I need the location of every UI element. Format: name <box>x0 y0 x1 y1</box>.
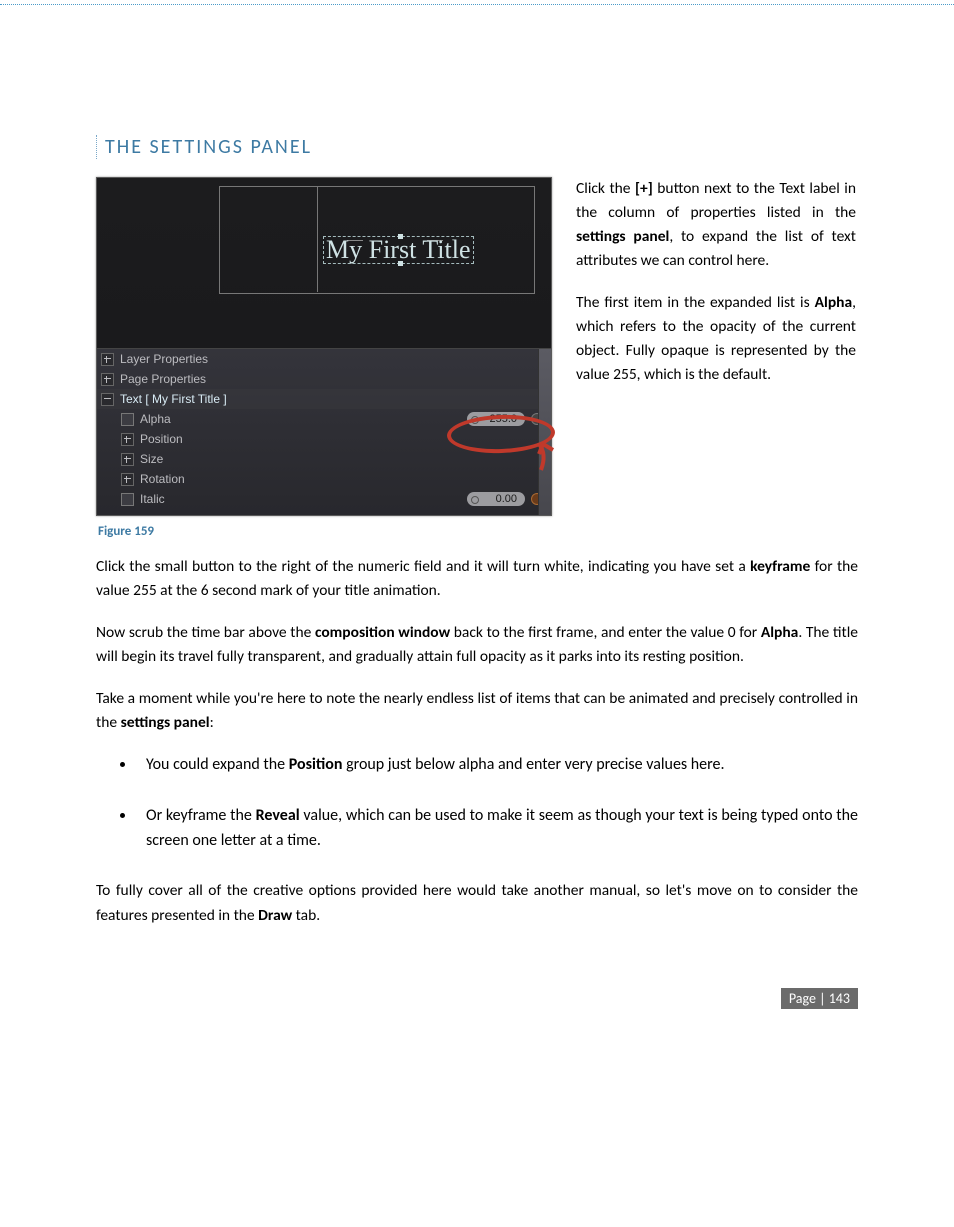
text: : <box>210 713 214 732</box>
text: You could expand the <box>146 755 289 774</box>
figure-caption: Figure 159 <box>98 524 550 539</box>
paragraph: Now scrub the time bar above the composi… <box>96 621 858 669</box>
expand-icon[interactable] <box>101 373 114 386</box>
paragraph: Take a moment while you're here to note … <box>96 687 858 735</box>
text: Click the small button to the right of t… <box>96 557 750 576</box>
property-icon <box>121 493 134 506</box>
page: THE SETTINGS PANEL My First Title Layer … <box>0 4 954 1069</box>
row-label: Italic <box>140 492 165 506</box>
expand-icon[interactable] <box>101 353 114 366</box>
section-heading: THE SETTINGS PANEL <box>96 135 858 159</box>
expand-icon[interactable] <box>121 433 134 446</box>
aside-paragraph: The first item in the expanded list is A… <box>576 291 856 387</box>
composition-window: My First Title <box>97 178 551 348</box>
text-bold: settings panel <box>576 227 669 246</box>
composition-divider <box>317 186 318 292</box>
paragraph: To fully cover all of the creative optio… <box>96 879 858 927</box>
list-item: Or keyframe the Reveal value, which can … <box>136 804 858 854</box>
text: Click the <box>576 179 635 198</box>
figure-row: My First Title Layer Properties Page Pro… <box>96 177 858 543</box>
text: Now scrub the time bar above the <box>96 623 315 642</box>
scrollbar[interactable] <box>538 349 551 515</box>
property-icon <box>121 413 134 426</box>
row-label: Alpha <box>140 412 171 426</box>
page-number-badge: Page | 143 <box>781 988 858 1009</box>
page-properties-row[interactable]: Page Properties <box>97 369 551 389</box>
size-row[interactable]: Size <box>97 449 551 469</box>
text-bold: [+] <box>635 179 653 198</box>
text: Or keyframe the <box>146 806 256 825</box>
composition-title-text[interactable]: My First Title <box>323 236 474 264</box>
aside-text: Click the [+] button next to the Text la… <box>576 177 856 543</box>
paragraph: Click the small button to the right of t… <box>96 555 858 603</box>
text: Page | <box>789 990 829 1007</box>
row-label: Position <box>140 432 183 446</box>
alpha-value-field[interactable]: 255.0 <box>467 412 525 426</box>
italic-value-field[interactable]: 0.00 <box>467 492 525 506</box>
text: The first item in the expanded list is <box>576 293 815 312</box>
rotation-row[interactable]: Rotation <box>97 469 551 489</box>
position-row[interactable]: Position <box>97 429 551 449</box>
italic-row[interactable]: Italic 0.00 <box>97 489 551 509</box>
row-label: Rotation <box>140 472 185 486</box>
figure-wrap: My First Title Layer Properties Page Pro… <box>96 177 550 543</box>
text: tab. <box>292 906 320 925</box>
text: To fully cover all of the creative optio… <box>96 881 858 924</box>
page-number: 143 <box>829 990 850 1007</box>
text-bold: Alpha <box>761 623 799 642</box>
text-bold: Reveal <box>256 806 300 825</box>
collapse-icon[interactable] <box>101 393 114 406</box>
text-bold: Draw <box>258 906 292 925</box>
text-bold: composition window <box>315 623 450 642</box>
text-item-row[interactable]: Text [ My First Title ] <box>97 389 551 409</box>
layer-properties-row[interactable]: Layer Properties <box>97 349 551 369</box>
text-bold: Position <box>289 755 343 774</box>
text-bold: settings panel <box>121 713 210 732</box>
settings-panel-screenshot: My First Title Layer Properties Page Pro… <box>96 177 552 516</box>
text: back to the first frame, and enter the v… <box>450 623 761 642</box>
row-label: Text [ My First Title ] <box>120 392 227 406</box>
row-label: Size <box>140 452 163 466</box>
alpha-row[interactable]: Alpha 255.0 <box>97 409 551 429</box>
page-footer: Page | 143 <box>96 988 858 1009</box>
text: group just below alpha and enter very pr… <box>342 755 724 774</box>
text-bold: keyframe <box>750 557 810 576</box>
expand-icon[interactable] <box>121 453 134 466</box>
aside-paragraph: Click the [+] button next to the Text la… <box>576 177 856 273</box>
text-bold: Alpha <box>815 293 853 312</box>
row-label: Layer Properties <box>120 352 208 366</box>
properties-panel: Layer Properties Page Properties Text [ … <box>97 348 551 515</box>
bullet-list: You could expand the Position group just… <box>136 753 858 853</box>
row-label: Page Properties <box>120 372 206 386</box>
expand-icon[interactable] <box>121 473 134 486</box>
list-item: You could expand the Position group just… <box>136 753 858 778</box>
